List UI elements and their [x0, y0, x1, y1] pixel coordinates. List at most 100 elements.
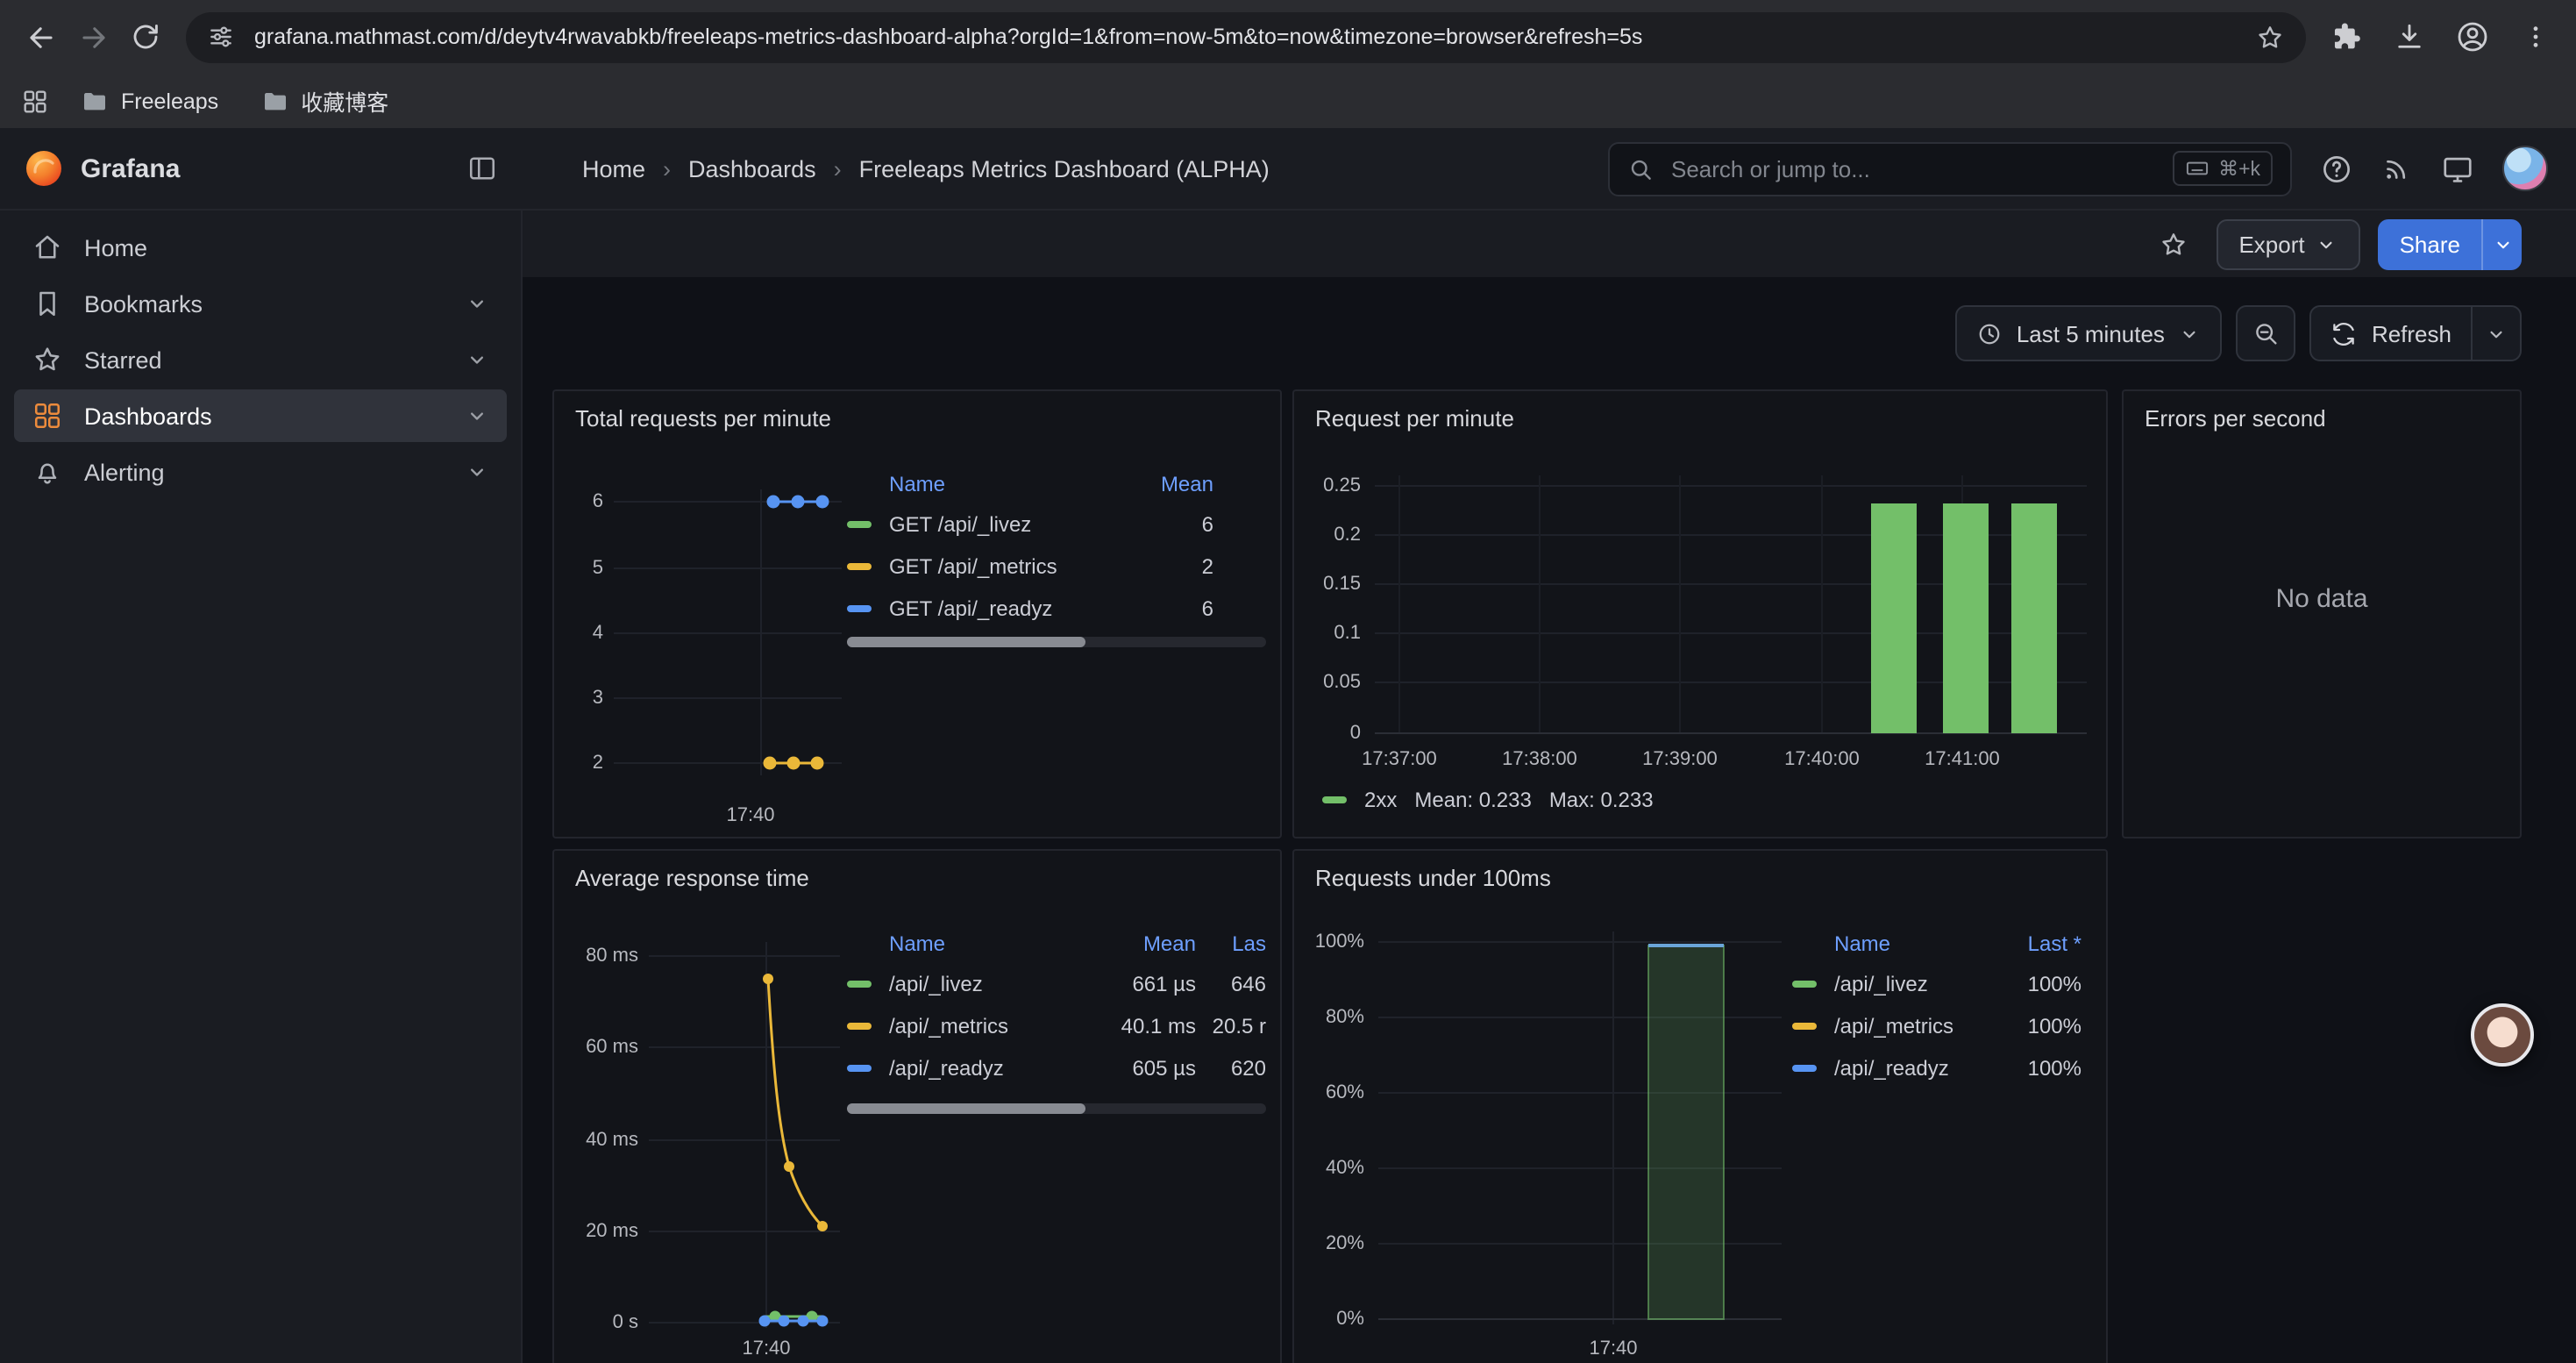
legend-row[interactable]: /api/_livez 100% — [1792, 963, 2081, 1005]
panel-title[interactable]: Requests under 100ms — [1294, 851, 2106, 891]
series-color-swatch — [847, 981, 872, 988]
url-input[interactable] — [251, 23, 2239, 51]
y-tick: 100% — [1298, 930, 1364, 954]
breadcrumb-dashboards[interactable]: Dashboards — [688, 155, 816, 182]
legend-series-name[interactable]: 2xx — [1364, 788, 1397, 812]
rss-icon[interactable] — [2381, 153, 2413, 184]
search-shortcut: ⌘+k — [2173, 151, 2273, 186]
panel-title[interactable]: Average response time — [554, 851, 1280, 891]
extensions-icon[interactable] — [2320, 11, 2373, 63]
y-tick: 0.15 — [1298, 572, 1361, 596]
legend-scrollbar[interactable] — [847, 1103, 1266, 1114]
legend-row[interactable]: /api/_metrics 100% — [1792, 1005, 2081, 1047]
export-button[interactable]: Export — [2216, 218, 2360, 269]
floating-avatar[interactable] — [2471, 1003, 2534, 1067]
col-name-header[interactable]: Name — [889, 931, 1087, 956]
share-button[interactable]: Share — [2379, 218, 2481, 269]
favorite-star-icon[interactable] — [2149, 219, 2198, 268]
chevron-down-icon[interactable] — [465, 291, 489, 316]
y-tick: 0.1 — [1298, 621, 1361, 646]
legend-scrollbar[interactable] — [847, 637, 1266, 647]
refresh-button[interactable]: Refresh — [2312, 307, 2471, 360]
folder-icon — [81, 87, 109, 115]
chevron-down-icon[interactable] — [465, 347, 489, 372]
panel-title[interactable]: Total requests per minute — [554, 391, 1280, 432]
dashboard-content: Export Share — [523, 211, 2576, 1363]
sidebar-item-starred[interactable]: Starred — [14, 333, 507, 386]
url-bar[interactable] — [186, 11, 2306, 62]
col-mean-header[interactable]: Mean — [1115, 472, 1213, 496]
breadcrumb-separator: › — [834, 155, 842, 182]
legend-row[interactable]: /api/_readyz 100% — [1792, 1047, 2081, 1089]
legend-table: Name Mean GET /api/_livez 6 GET /api/_me… — [847, 465, 1266, 630]
brand-area: Grafana — [0, 149, 523, 188]
legend-row[interactable]: GET /api/_readyz 6 — [847, 588, 1266, 630]
x-tick: 17:40 — [1561, 1337, 1666, 1361]
sidebar-toggle-icon[interactable] — [466, 153, 498, 184]
x-tick: 17:40 — [698, 803, 803, 828]
monitor-icon[interactable] — [2441, 152, 2474, 185]
sidebar-item-alerting[interactable]: Alerting — [14, 446, 507, 498]
series-color-swatch — [847, 1023, 872, 1030]
sidebar-item-label: Alerting — [84, 459, 165, 485]
bookmark-item-blogs[interactable]: 收藏博客 — [250, 81, 399, 121]
panel-title[interactable]: Request per minute — [1294, 391, 2106, 432]
col-name-header[interactable]: Name — [889, 472, 1115, 496]
refresh-label: Refresh — [2372, 320, 2451, 346]
panel-total-requests-per-minute[interactable]: Total requests per minute — [552, 389, 1282, 838]
bookmark-item-freeleaps[interactable]: Freeleaps — [70, 83, 229, 118]
chevron-down-icon[interactable] — [465, 460, 489, 484]
zoom-out-button[interactable] — [2237, 305, 2296, 361]
apps-grid-icon[interactable] — [21, 87, 49, 115]
bell-icon — [32, 456, 63, 488]
profile-icon[interactable] — [2446, 11, 2499, 63]
col-last-header[interactable]: Las — [1196, 931, 1266, 956]
col-mean-header[interactable]: Mean — [1087, 931, 1196, 956]
grafana-logo-icon[interactable] — [25, 149, 63, 188]
legend-row[interactable]: /api/_readyz 605 µs 620 — [847, 1047, 1266, 1089]
legend-row[interactable]: GET /api/_livez 6 — [847, 503, 1266, 546]
bookmark-page-star-icon[interactable] — [2255, 22, 2285, 52]
panel-errors-per-second[interactable]: Errors per second No data — [2122, 389, 2522, 838]
refresh-split-button: Refresh — [2310, 305, 2522, 361]
help-icon[interactable] — [2320, 152, 2353, 185]
user-avatar[interactable] — [2502, 146, 2548, 191]
sidebar-item-dashboards[interactable]: Dashboards — [14, 389, 507, 442]
site-settings-icon[interactable] — [207, 23, 235, 51]
legend-header: Name Mean — [847, 465, 1266, 503]
sidebar-item-bookmarks[interactable]: Bookmarks — [14, 277, 507, 330]
clock-icon — [1976, 320, 2003, 346]
legend-row[interactable]: /api/_livez 661 µs 646 — [847, 963, 1266, 1005]
browser-actions — [2320, 11, 2562, 63]
chevron-down-icon[interactable] — [465, 403, 489, 428]
refresh-interval-caret[interactable] — [2471, 307, 2520, 360]
y-tick: 6 — [561, 489, 603, 514]
sidebar-item-home[interactable]: Home — [14, 221, 507, 274]
panel-average-response-time[interactable]: Average response time — [552, 849, 1282, 1363]
forward-icon[interactable] — [67, 11, 119, 63]
panel-request-per-minute[interactable]: Request per minute — [1292, 389, 2108, 838]
legend-row[interactable]: GET /api/_metrics 2 — [847, 546, 1266, 588]
x-tick: 17:37:00 — [1336, 747, 1462, 772]
search-box[interactable]: ⌘+k — [1608, 141, 2292, 196]
y-tick: 60% — [1298, 1081, 1364, 1105]
search-input[interactable] — [1668, 153, 2159, 183]
legend-mean: Mean: 0.233 — [1414, 788, 1531, 812]
browser-toolbar — [0, 0, 2576, 74]
time-controls: Last 5 minutes — [1955, 305, 2522, 361]
panel-title[interactable]: Errors per second — [2124, 391, 2520, 432]
share-menu-caret[interactable] — [2481, 218, 2522, 269]
downloads-icon[interactable] — [2383, 11, 2436, 63]
menu-kebab-icon[interactable] — [2509, 11, 2562, 63]
back-icon[interactable] — [14, 11, 67, 63]
time-range-picker[interactable]: Last 5 minutes — [1955, 305, 2223, 361]
y-tick: 2 — [561, 751, 603, 775]
y-tick: 80% — [1298, 1005, 1364, 1030]
breadcrumb-home[interactable]: Home — [582, 155, 645, 182]
legend-row[interactable]: /api/_metrics 40.1 ms 20.5 r — [847, 1005, 1266, 1047]
col-name-header[interactable]: Name — [1834, 931, 1997, 956]
panel-requests-under-100ms[interactable]: Requests under 100ms 100% 80% — [1292, 849, 2108, 1363]
x-tick: 17:41:00 — [1899, 747, 2025, 772]
col-last-header[interactable]: Last * — [1997, 931, 2081, 956]
reload-icon[interactable] — [119, 11, 172, 63]
